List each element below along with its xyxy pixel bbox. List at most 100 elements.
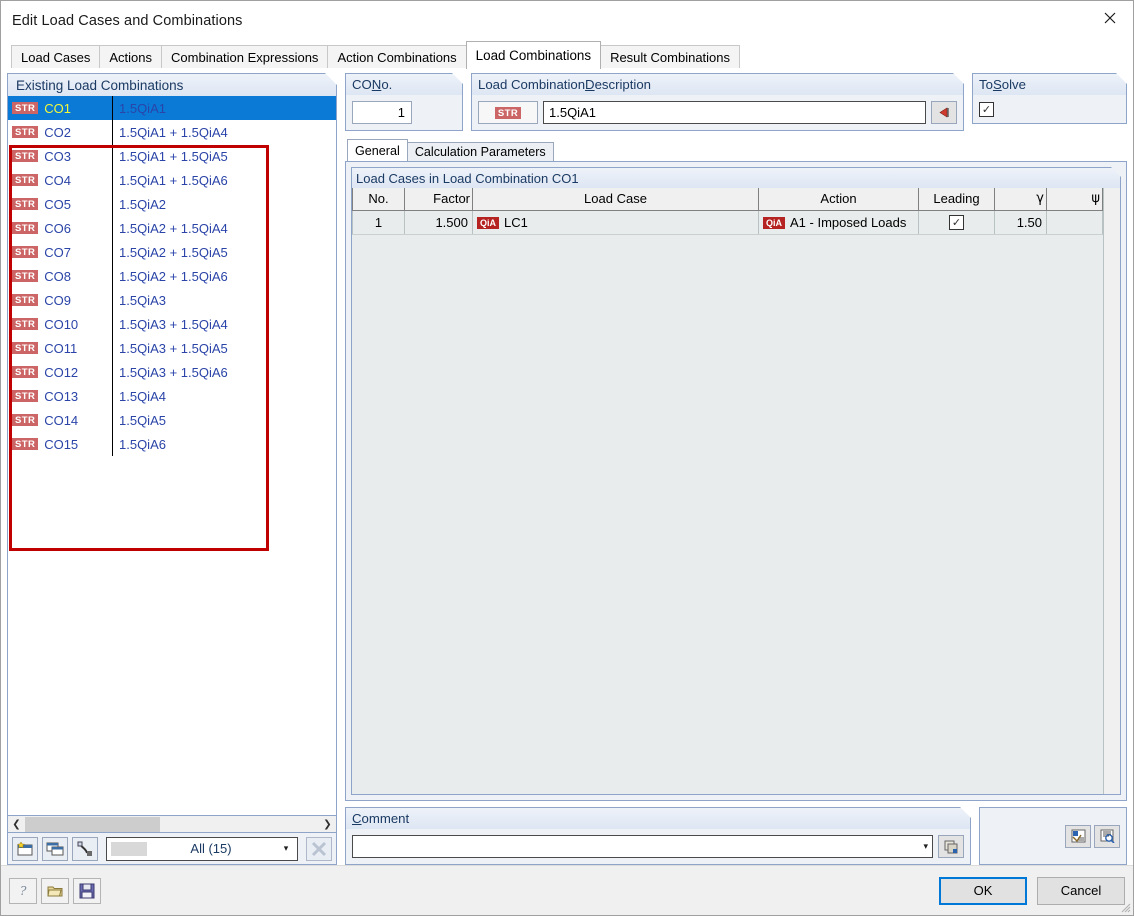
back-arrow-icon[interactable] xyxy=(931,101,957,124)
list-item[interactable]: STR CO15 1.5QiA6 xyxy=(8,432,336,456)
list-item[interactable]: STR CO12 1.5QiA3 + 1.5QiA6 xyxy=(8,360,336,384)
tab-general[interactable]: General xyxy=(347,139,408,161)
co-number-group: CO No. 1 xyxy=(345,73,463,131)
tab-load-cases[interactable]: Load Cases xyxy=(11,45,101,69)
chevron-right-icon[interactable]: ❯ xyxy=(319,817,336,832)
list-item-number-cell: STR CO6 xyxy=(8,216,113,240)
list-item-number-cell: STR CO13 xyxy=(8,384,113,408)
new-combination-icon[interactable] xyxy=(12,836,38,861)
renumber-icon[interactable] xyxy=(72,836,98,861)
status-badge: STR xyxy=(12,438,39,450)
list-toolbar: All (15) ▾ xyxy=(7,833,337,865)
resize-grip-icon[interactable] xyxy=(1119,901,1131,913)
help-icon[interactable]: ? xyxy=(9,877,37,904)
cancel-button[interactable]: Cancel xyxy=(1037,876,1125,905)
cell-leading[interactable]: ✓ xyxy=(918,210,995,235)
list-item[interactable]: STR CO10 1.5QiA3 + 1.5QiA4 xyxy=(8,312,336,336)
column-header-load-case[interactable]: Load Case xyxy=(472,188,759,211)
column-header-leading[interactable]: Leading xyxy=(918,188,995,211)
list-item[interactable]: STR CO9 1.5QiA3 xyxy=(8,288,336,312)
list-item[interactable]: STR CO14 1.5QiA5 xyxy=(8,408,336,432)
description-body: STR 1.5QiA1 xyxy=(471,95,964,131)
tab-combination-expressions[interactable]: Combination Expressions xyxy=(161,45,329,69)
list-item[interactable]: STR CO7 1.5QiA2 + 1.5QiA5 xyxy=(8,240,336,264)
status-badge: STR xyxy=(12,102,39,114)
list-item-number-cell: STR CO9 xyxy=(8,288,113,312)
list-item-label: CO1 xyxy=(44,100,71,116)
comment-input[interactable]: ▾ xyxy=(352,835,933,858)
close-icon[interactable] xyxy=(1087,1,1133,34)
delete-all-icon[interactable] xyxy=(306,836,332,861)
open-folder-icon[interactable] xyxy=(41,877,69,904)
cell-load-case[interactable]: QiA LC1 xyxy=(472,210,759,235)
cell-no[interactable]: 1 xyxy=(352,210,405,235)
ok-button[interactable]: OK xyxy=(939,876,1027,905)
description-label-text: Load Combination xyxy=(478,77,586,92)
description-label-suffix: escription xyxy=(594,77,652,92)
list-item-label: CO4 xyxy=(44,172,71,188)
existing-combinations-header: Existing Load Combinations xyxy=(7,73,337,96)
column-header-psi[interactable]: ψ xyxy=(1046,188,1103,211)
co-number-input[interactable]: 1 xyxy=(352,101,412,124)
tab-load-combinations[interactable]: Load Combinations xyxy=(465,41,602,69)
list-item[interactable]: STR CO2 1.5QiA1 + 1.5QiA4 xyxy=(8,120,336,144)
list-item[interactable]: STR CO13 1.5QiA4 xyxy=(8,384,336,408)
list-item-label: CO3 xyxy=(44,148,71,164)
table-row[interactable]: 1 1.500 QiA LC1 QiA A1 - Imposed Loads ✓ 1.50 xyxy=(352,210,1103,235)
chevron-down-icon[interactable]: ▾ xyxy=(923,842,928,852)
footer-tools: ? xyxy=(9,877,101,904)
list-item[interactable]: STR CO5 1.5QiA2 xyxy=(8,192,336,216)
table-caption: Load Cases in Load Combination CO1 xyxy=(351,167,1121,188)
list-item[interactable]: STR CO4 1.5QiA1 + 1.5QiA6 xyxy=(8,168,336,192)
cell-factor[interactable]: 1.500 xyxy=(404,210,473,235)
list-item-description: 1.5QiA1 + 1.5QiA4 xyxy=(119,124,228,140)
scrollbar-track[interactable] xyxy=(25,816,319,832)
list-item[interactable]: STR CO8 1.5QiA2 + 1.5QiA6 xyxy=(8,264,336,288)
scrollbar-thumb[interactable] xyxy=(25,816,160,832)
list-item[interactable]: STR CO11 1.5QiA3 + 1.5QiA5 xyxy=(8,336,336,360)
comment-library-icon[interactable] xyxy=(938,835,964,858)
description-input[interactable]: 1.5QiA1 xyxy=(543,101,926,124)
save-icon[interactable] xyxy=(73,877,101,904)
tab-actions[interactable]: Actions xyxy=(99,45,163,69)
list-item-label: CO12 xyxy=(44,364,79,380)
column-header-gamma[interactable]: γ xyxy=(994,188,1047,211)
filter-value: All (15) xyxy=(190,841,232,856)
list-item[interactable]: STR CO1 1.5QiA1 xyxy=(8,96,336,120)
comment-label-suffix: omment xyxy=(361,811,410,826)
tab-result-combinations[interactable]: Result Combinations xyxy=(600,45,741,69)
list-horizontal-scrollbar[interactable]: ❮ ❯ xyxy=(7,816,337,833)
table-vertical-scrollbar[interactable] xyxy=(1103,188,1120,794)
list-item-description: 1.5QiA6 xyxy=(119,436,166,452)
list-item-number-cell: STR CO4 xyxy=(8,168,113,192)
filter-dropdown[interactable]: All (15) ▾ xyxy=(106,836,298,861)
column-header-factor[interactable]: Factor xyxy=(404,188,473,211)
status-badge: STR xyxy=(12,390,39,402)
column-header-action[interactable]: Action xyxy=(758,188,919,211)
table-header-row: No. Factor Load Case Action Leading γ ψ xyxy=(352,188,1103,211)
column-header-no[interactable]: No. xyxy=(352,188,405,211)
preview-icon[interactable] xyxy=(1065,824,1091,848)
to-solve-checkbox[interactable]: ✓ xyxy=(979,102,994,117)
table-filler-row xyxy=(352,234,1103,235)
list-item-number-cell: STR CO15 xyxy=(8,432,113,456)
list-item[interactable]: STR CO6 1.5QiA2 + 1.5QiA4 xyxy=(8,216,336,240)
title-bar: Edit Load Cases and Combinations xyxy=(1,1,1133,41)
cell-gamma[interactable]: 1.50 xyxy=(994,210,1047,235)
list-item[interactable]: STR CO3 1.5QiA1 + 1.5QiA5 xyxy=(8,144,336,168)
copy-combination-icon[interactable] xyxy=(42,836,68,861)
cell-action-label: A1 - Imposed Loads xyxy=(790,214,907,230)
details-zoom-icon[interactable] xyxy=(1094,824,1120,848)
list-item-description: 1.5QiA2 xyxy=(119,196,166,212)
leading-checkbox[interactable]: ✓ xyxy=(949,215,964,230)
description-accel: D xyxy=(585,77,595,92)
chevron-left-icon[interactable]: ❮ xyxy=(8,817,25,832)
cell-action[interactable]: QiA A1 - Imposed Loads xyxy=(758,210,919,235)
existing-combinations-list[interactable]: STR CO1 1.5QiA1 STR CO2 1.5QiA1 + 1.5QiA4 STR C… xyxy=(7,96,337,816)
tab-calculation-parameters[interactable]: Calculation Parameters xyxy=(406,142,554,161)
chevron-down-icon[interactable]: ▾ xyxy=(275,844,297,854)
table-filler-cell xyxy=(472,234,759,235)
cell-psi[interactable] xyxy=(1046,210,1103,235)
main-tabs: Load Cases Actions Combination Expressio… xyxy=(1,41,1133,69)
tab-action-combinations[interactable]: Action Combinations xyxy=(327,45,467,69)
